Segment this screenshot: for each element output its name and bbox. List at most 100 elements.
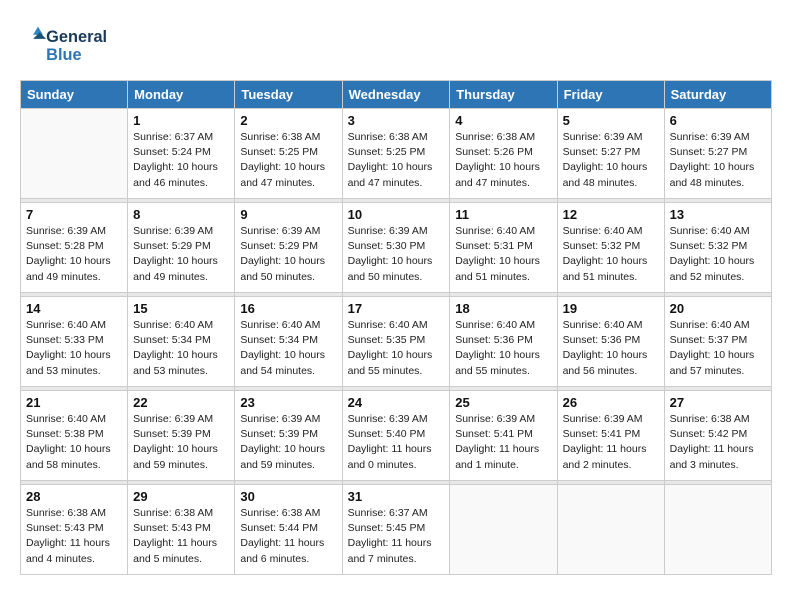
day-cell: 22 Sunrise: 6:39 AMSunset: 5:39 PMDayligh…	[128, 391, 235, 481]
day-number: 26	[563, 395, 659, 410]
day-number: 20	[670, 301, 766, 316]
day-number: 13	[670, 207, 766, 222]
day-info: Sunrise: 6:39 AMSunset: 5:29 PMDaylight:…	[240, 224, 336, 285]
header-monday: Monday	[128, 81, 235, 109]
day-number: 14	[26, 301, 122, 316]
day-info: Sunrise: 6:39 AMSunset: 5:41 PMDaylight:…	[455, 412, 551, 473]
day-number: 2	[240, 113, 336, 128]
day-info: Sunrise: 6:40 AMSunset: 5:36 PMDaylight:…	[455, 318, 551, 379]
header-tuesday: Tuesday	[235, 81, 342, 109]
header-sunday: Sunday	[21, 81, 128, 109]
day-cell: 1 Sunrise: 6:37 AMSunset: 5:24 PMDaylight…	[128, 109, 235, 199]
header-saturday: Saturday	[664, 81, 771, 109]
day-cell: 21 Sunrise: 6:40 AMSunset: 5:38 PMDayligh…	[21, 391, 128, 481]
day-cell	[664, 485, 771, 575]
header-wednesday: Wednesday	[342, 81, 450, 109]
day-cell: 5Sunrise: 6:39 AMSunset: 5:27 PMDaylight…	[557, 109, 664, 199]
day-info: Sunrise: 6:38 AMSunset: 5:42 PMDaylight:…	[670, 412, 766, 473]
day-info: Sunrise: 6:40 AMSunset: 5:32 PMDaylight:…	[563, 224, 659, 285]
day-number: 21	[26, 395, 122, 410]
day-info: Sunrise: 6:38 AMSunset: 5:25 PMDaylight:…	[348, 130, 445, 191]
day-info: Sunrise: 6:38 AMSunset: 5:26 PMDaylight:…	[455, 130, 551, 191]
day-cell: 13 Sunrise: 6:40 AMSunset: 5:32 PMDayligh…	[664, 203, 771, 293]
day-info: Sunrise: 6:38 AMSunset: 5:43 PMDaylight:…	[26, 506, 122, 567]
day-number: 16	[240, 301, 336, 316]
day-info: Sunrise: 6:40 AMSunset: 5:34 PMDaylight:…	[133, 318, 229, 379]
day-cell: 12 Sunrise: 6:40 AMSunset: 5:32 PMDayligh…	[557, 203, 664, 293]
calendar-table: SundayMondayTuesdayWednesdayThursdayFrid…	[20, 80, 772, 575]
week-row-1: 1 Sunrise: 6:37 AMSunset: 5:24 PMDaylight…	[21, 109, 772, 199]
day-number: 24	[348, 395, 445, 410]
day-cell: 15 Sunrise: 6:40 AMSunset: 5:34 PMDayligh…	[128, 297, 235, 387]
day-cell: 16 Sunrise: 6:40 AMSunset: 5:34 PMDayligh…	[235, 297, 342, 387]
day-number: 30	[240, 489, 336, 504]
day-info: Sunrise: 6:39 AMSunset: 5:28 PMDaylight:…	[26, 224, 122, 285]
day-info: Sunrise: 6:39 AMSunset: 5:39 PMDaylight:…	[240, 412, 336, 473]
day-number: 28	[26, 489, 122, 504]
day-cell: 20 Sunrise: 6:40 AMSunset: 5:37 PMDayligh…	[664, 297, 771, 387]
day-info: Sunrise: 6:40 AMSunset: 5:37 PMDaylight:…	[670, 318, 766, 379]
day-number: 31	[348, 489, 445, 504]
day-info: Sunrise: 6:38 AMSunset: 5:25 PMDaylight:…	[240, 130, 336, 191]
day-number: 4	[455, 113, 551, 128]
day-info: Sunrise: 6:39 AMSunset: 5:27 PMDaylight:…	[670, 130, 766, 191]
day-number: 18	[455, 301, 551, 316]
day-number: 15	[133, 301, 229, 316]
day-info: Sunrise: 6:40 AMSunset: 5:32 PMDaylight:…	[670, 224, 766, 285]
day-cell	[450, 485, 557, 575]
day-info: Sunrise: 6:40 AMSunset: 5:36 PMDaylight:…	[563, 318, 659, 379]
day-info: Sunrise: 6:37 AMSunset: 5:45 PMDaylight:…	[348, 506, 445, 567]
day-cell: 14 Sunrise: 6:40 AMSunset: 5:33 PMDayligh…	[21, 297, 128, 387]
day-number: 7	[26, 207, 122, 222]
day-info: Sunrise: 6:39 AMSunset: 5:30 PMDaylight:…	[348, 224, 445, 285]
page-header: General Blue	[20, 20, 772, 70]
day-cell: 29 Sunrise: 6:38 AMSunset: 5:43 PMDayligh…	[128, 485, 235, 575]
header-friday: Friday	[557, 81, 664, 109]
day-cell	[21, 109, 128, 199]
day-cell: 24 Sunrise: 6:39 AMSunset: 5:40 PMDayligh…	[342, 391, 450, 481]
day-number: 17	[348, 301, 445, 316]
day-number: 6	[670, 113, 766, 128]
day-number: 12	[563, 207, 659, 222]
week-row-4: 21 Sunrise: 6:40 AMSunset: 5:38 PMDayligh…	[21, 391, 772, 481]
day-cell: 18 Sunrise: 6:40 AMSunset: 5:36 PMDayligh…	[450, 297, 557, 387]
calendar-header-row: SundayMondayTuesdayWednesdayThursdayFrid…	[21, 81, 772, 109]
day-info: Sunrise: 6:39 AMSunset: 5:41 PMDaylight:…	[563, 412, 659, 473]
day-cell: 26 Sunrise: 6:39 AMSunset: 5:41 PMDayligh…	[557, 391, 664, 481]
day-info: Sunrise: 6:39 AMSunset: 5:40 PMDaylight:…	[348, 412, 445, 473]
day-number: 25	[455, 395, 551, 410]
day-info: Sunrise: 6:37 AMSunset: 5:24 PMDaylight:…	[133, 130, 229, 191]
day-cell: 7 Sunrise: 6:39 AMSunset: 5:28 PMDaylight…	[21, 203, 128, 293]
day-number: 10	[348, 207, 445, 222]
day-number: 27	[670, 395, 766, 410]
header-thursday: Thursday	[450, 81, 557, 109]
day-cell: 28 Sunrise: 6:38 AMSunset: 5:43 PMDayligh…	[21, 485, 128, 575]
svg-text:Blue: Blue	[46, 46, 81, 64]
day-cell: 8 Sunrise: 6:39 AMSunset: 5:29 PMDaylight…	[128, 203, 235, 293]
day-number: 22	[133, 395, 229, 410]
day-cell: 31 Sunrise: 6:37 AMSunset: 5:45 PMDayligh…	[342, 485, 450, 575]
day-cell: 25 Sunrise: 6:39 AMSunset: 5:41 PMDayligh…	[450, 391, 557, 481]
logo-icon: General Blue	[20, 20, 110, 70]
day-cell: 11Sunrise: 6:40 AMSunset: 5:31 PMDayligh…	[450, 203, 557, 293]
day-number: 8	[133, 207, 229, 222]
day-number: 11	[455, 207, 551, 222]
day-number: 3	[348, 113, 445, 128]
day-info: Sunrise: 6:40 AMSunset: 5:33 PMDaylight:…	[26, 318, 122, 379]
day-info: Sunrise: 6:39 AMSunset: 5:29 PMDaylight:…	[133, 224, 229, 285]
week-row-3: 14 Sunrise: 6:40 AMSunset: 5:33 PMDayligh…	[21, 297, 772, 387]
day-cell: 27 Sunrise: 6:38 AMSunset: 5:42 PMDayligh…	[664, 391, 771, 481]
day-info: Sunrise: 6:40 AMSunset: 5:38 PMDaylight:…	[26, 412, 122, 473]
day-cell: 30Sunrise: 6:38 AMSunset: 5:44 PMDayligh…	[235, 485, 342, 575]
day-cell: 3 Sunrise: 6:38 AMSunset: 5:25 PMDaylight…	[342, 109, 450, 199]
day-cell: 17Sunrise: 6:40 AMSunset: 5:35 PMDayligh…	[342, 297, 450, 387]
day-cell: 6 Sunrise: 6:39 AMSunset: 5:27 PMDaylight…	[664, 109, 771, 199]
day-info: Sunrise: 6:40 AMSunset: 5:34 PMDaylight:…	[240, 318, 336, 379]
day-info: Sunrise: 6:39 AMSunset: 5:39 PMDaylight:…	[133, 412, 229, 473]
day-number: 1	[133, 113, 229, 128]
day-number: 29	[133, 489, 229, 504]
week-row-2: 7 Sunrise: 6:39 AMSunset: 5:28 PMDaylight…	[21, 203, 772, 293]
day-info: Sunrise: 6:39 AMSunset: 5:27 PMDaylight:…	[563, 130, 659, 191]
day-number: 23	[240, 395, 336, 410]
day-info: Sunrise: 6:38 AMSunset: 5:43 PMDaylight:…	[133, 506, 229, 567]
